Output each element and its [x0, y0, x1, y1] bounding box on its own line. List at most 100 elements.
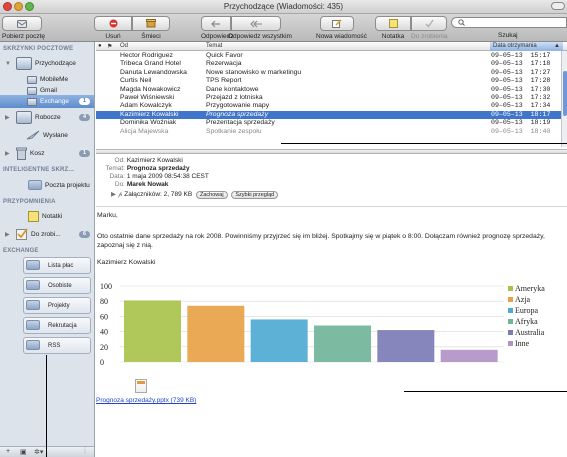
row-date: 09–05–13 18:19 [491, 119, 550, 127]
table-row[interactable]: Dominika Woźniak Prezentacja sprzedaży 09–… [96, 119, 567, 127]
row-subject: Przejazd z lotniska [206, 94, 263, 101]
table-row[interactable]: Tribeca Grand Hotel Rezerwacja 09–05–13 17… [96, 60, 567, 68]
folder-icon [26, 260, 40, 270]
toolbar-toggle-button[interactable] [551, 2, 565, 10]
callout-line [404, 391, 567, 392]
todos-count-badge: 6 [79, 230, 90, 238]
header-to: Do: Marek Nowak [99, 181, 168, 188]
show-activity-icon[interactable]: ▣ [20, 448, 27, 456]
message-list-scrollbar[interactable] [561, 51, 567, 147]
todo-item: Do zrobienia [411, 16, 448, 40]
y-tick-label: 100 [100, 282, 112, 291]
pptx-file-icon[interactable] [135, 379, 147, 393]
to-value[interactable]: Marek Nowak [127, 181, 169, 188]
sidebar-item-trash[interactable]: ▶ Kosz 1 [0, 145, 94, 161]
table-row[interactable]: Curtis Neil TPS Report 09–05–13 17:28 [96, 77, 567, 85]
message-list-header: ● ⚑ Od Temat Data otrzymania ▲ [96, 42, 567, 51]
legend-swatch [508, 341, 513, 346]
row-date-day: 09–05–13 [491, 52, 523, 59]
column-subject[interactable]: Temat [206, 43, 222, 49]
note-button[interactable] [375, 16, 411, 31]
gear-icon[interactable]: ✲▾ [34, 448, 43, 456]
disclosure-open-icon[interactable]: ▼ [5, 61, 11, 67]
column-from[interactable]: Od [120, 43, 128, 49]
row-subject: TPS Report [206, 77, 242, 85]
disclosure-closed-icon[interactable]: ▶ [5, 114, 10, 121]
table-row[interactable]: Paweł Wiśniewski Przejazd z lotniska 09–05… [96, 94, 567, 102]
legend-label: Azja [515, 295, 531, 304]
column-date-received[interactable]: Data otrzymania ▲ [490, 42, 563, 51]
sidebar-item-drafts[interactable]: ▶ Robocze 4 [0, 109, 94, 125]
from-value[interactable]: Kazimierz Kowalski [127, 157, 183, 164]
reply-all-button[interactable] [231, 16, 281, 31]
row-date-time: 17:28 [530, 77, 551, 85]
disclosure-closed-icon[interactable]: ▶ [5, 150, 10, 157]
row-date-time: 18:19 [530, 119, 551, 127]
add-mailbox-icon[interactable]: + [6, 448, 10, 455]
header-attachments: ▶ 𝓅 Załączników: 2, 789 KB Zachowaj Szyb… [111, 190, 279, 199]
legend-label: Ameryka [515, 284, 545, 293]
table-row[interactable]: Hector Rodriguez Quick Favor 09–05–13 15:1… [96, 52, 567, 60]
new-message-item[interactable]: Nowa wiadomość [316, 16, 367, 40]
sidebar-item-inbox[interactable]: ▼ Przychodzące [0, 57, 94, 70]
y-tick-label: 40 [100, 328, 108, 337]
reply-item[interactable]: Odpowiedz [201, 16, 234, 40]
flag-column-icon[interactable]: ⚑ [107, 43, 112, 50]
disclosure-closed-icon[interactable]: ▶ [5, 231, 10, 238]
row-from: Tribeca Grand Hotel [120, 60, 181, 68]
table-row[interactable]: Adam Kowalczyk Przygotowanie mapy 09–05–13… [96, 102, 567, 110]
bar-afryka [314, 325, 371, 362]
sidebar-item-project-mail[interactable]: Poczta projektu [0, 177, 94, 193]
note-item[interactable]: Notatka [375, 16, 411, 40]
table-row[interactable]: Kazimierz Kowalski Prognoza sprzedaży 09–0… [96, 110, 567, 120]
row-date: 09–05–13 17:28 [491, 77, 550, 85]
junk-button[interactable] [132, 16, 170, 31]
row-date-day: 09–05–13 [491, 102, 523, 110]
delete-button[interactable] [94, 16, 132, 31]
toolbar: Pobierz pocztę Usuń Śmieci Odpowiedz Odp… [0, 14, 567, 42]
row-date-day: 09–05–13 [491, 60, 523, 68]
row-date-day: 09–05–13 [491, 68, 523, 76]
row-from: Magda Nowakowicz [120, 85, 181, 93]
junk-item[interactable]: Śmieci [132, 16, 170, 40]
subject-label: Temat: [105, 165, 125, 172]
table-row[interactable]: Magda Nowakowicz Dane kontaktowe 09–05–13 … [96, 86, 567, 94]
delete-item[interactable]: Usuń [94, 16, 132, 40]
delete-label: Usuń [105, 33, 121, 40]
sidebar-item-todos[interactable]: ▶ Do zrobi... 6 [0, 226, 94, 242]
attachment-link[interactable]: Prognoza sprzedaży.pptx (739 KB) [96, 397, 196, 404]
bar-australia [377, 330, 435, 362]
reminders-section-header: PRZYPOMNIENIA [3, 199, 56, 205]
checkmark-icon [424, 19, 434, 28]
row-from: Paweł Wiśniewski [120, 94, 175, 101]
get-mail-item[interactable]: Pobierz pocztę [2, 16, 45, 40]
new-message-button[interactable] [320, 16, 354, 31]
resize-handle-icon[interactable]: ⁞ [84, 448, 86, 455]
disclosure-closed-icon[interactable]: ▶ [111, 191, 116, 198]
search-input[interactable] [451, 17, 567, 28]
window-title: Przychodzące (Wiadomości: 435) [223, 2, 344, 11]
todo-checkmark-icon [16, 228, 28, 240]
bar-azja [187, 305, 245, 362]
attachments-summary: Załączników: 2, 789 KB [124, 191, 193, 198]
row-date: 09–05–13 18:40 [491, 128, 550, 136]
table-row[interactable]: Danuta Lewandowska Nowe stanowisko w mark… [96, 69, 567, 77]
save-attachments-button[interactable]: Zachowaj [196, 191, 228, 199]
sidebar-item-sent[interactable]: Wysłane [0, 127, 94, 143]
signature: Kazimierz Kowalski [97, 259, 156, 266]
smart-mailboxes-section-header: INTELIGENTNE SKRZ... [3, 167, 75, 173]
get-mail-button[interactable] [2, 16, 42, 31]
row-from: Curtis Neil [120, 77, 152, 85]
quick-look-button[interactable]: Szybki przegląd [231, 191, 279, 199]
sidebar-item-label: Poczta projektu [45, 181, 90, 189]
note-icon [388, 19, 398, 28]
scrollbar-thumb[interactable] [563, 71, 567, 116]
sidebar-item-notes[interactable]: Notatki [0, 208, 94, 224]
sidebar-item-exchange[interactable]: Exchange 1 [0, 95, 94, 108]
todo-button[interactable] [411, 16, 447, 31]
table-row[interactable]: Alicja Majewska Spotkanie zespołu 09–05–13… [96, 128, 567, 136]
status-column-icon[interactable]: ● [98, 43, 102, 49]
reply-all-item[interactable]: Odpowiedz wszystkim [228, 16, 311, 40]
reply-button[interactable] [201, 16, 231, 31]
row-date: 09–05–13 17:34 [491, 102, 550, 110]
